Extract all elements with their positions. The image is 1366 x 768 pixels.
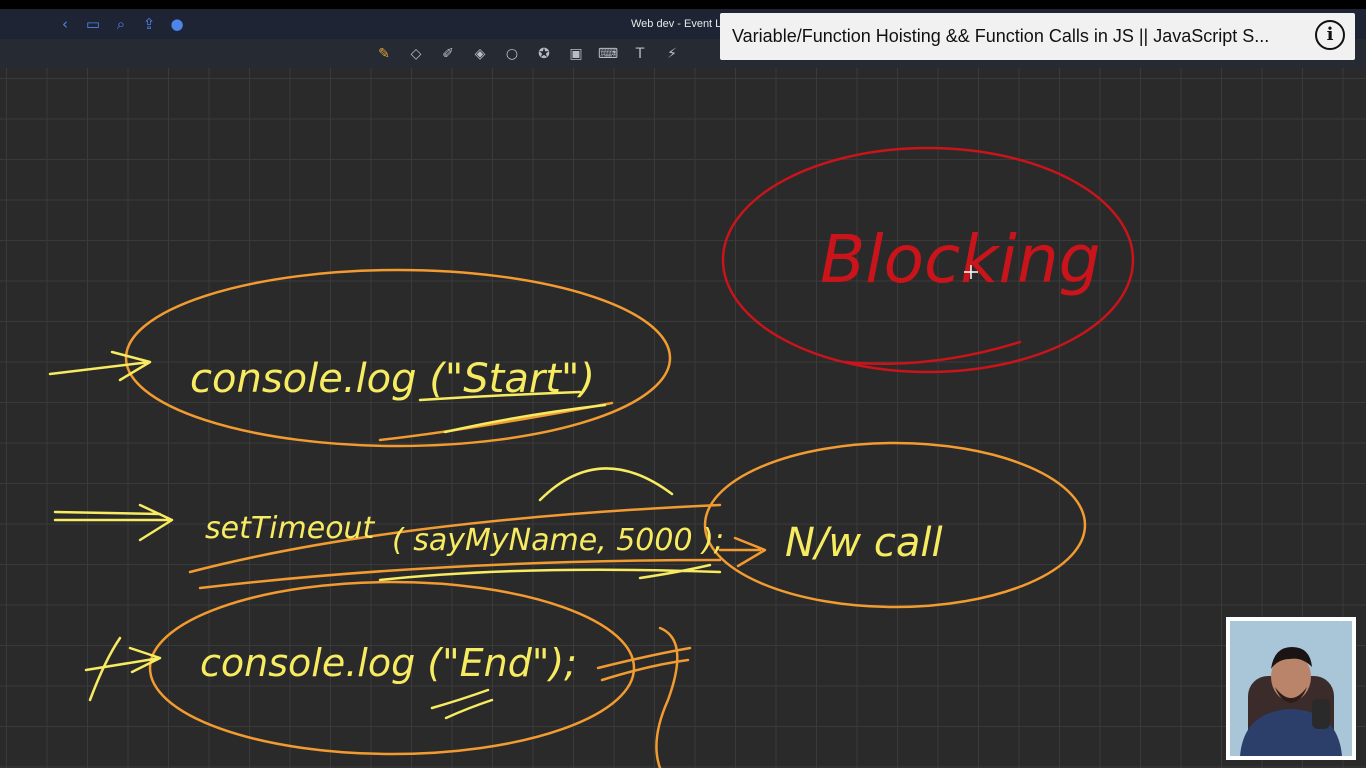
top-strip <box>0 0 1366 9</box>
highlighter-icon[interactable]: ✐ <box>436 43 460 65</box>
search-icon[interactable]: ⌕ <box>112 15 130 33</box>
video-title[interactable]: Variable/Function Hoisting && Function C… <box>732 13 1292 60</box>
blocking-underline <box>843 340 1022 366</box>
tool-group: ✎ ◇ ✐ ◈ ○ ✪ ▣ ⌨ T ⚡ <box>372 39 684 68</box>
end-hook <box>655 626 679 768</box>
settimeout-args-label: ( sayMyName, 5000 ); <box>392 523 724 558</box>
end-underline <box>430 688 494 720</box>
sticker-icon[interactable]: ✪ <box>532 43 556 65</box>
end-line-label: console.log ("End"); <box>200 641 577 685</box>
start-line-label: console.log ("Start") <box>190 356 595 402</box>
network-call-label: N/w call <box>785 520 943 566</box>
presenter-image <box>1230 621 1352 756</box>
arrow-settimeout <box>53 503 174 542</box>
settimeout-label: setTimeout <box>205 511 376 546</box>
back-icon[interactable]: ‹ <box>56 15 74 33</box>
document-title: Web dev - Event L <box>631 18 722 30</box>
shapes-icon[interactable]: ◈ <box>468 43 492 65</box>
sidebar-icon[interactable]: ▭ <box>84 15 102 33</box>
microphone-icon[interactable]: ● <box>168 15 186 33</box>
callback-loop <box>538 467 674 502</box>
ink-layer: Blocking console.log ("Start") setTimeou… <box>48 146 1135 768</box>
blocking-label: Blocking <box>820 221 1101 298</box>
keyboard-icon[interactable]: ⌨ <box>596 43 620 65</box>
pen-icon[interactable]: ✎ <box>372 43 396 65</box>
whiteboard-canvas[interactable]: Blocking console.log ("Start") setTimeou… <box>0 68 1366 768</box>
arrow-start <box>48 350 152 382</box>
laser-pointer-icon[interactable]: ⚡ <box>660 43 684 65</box>
video-title-banner[interactable]: Variable/Function Hoisting && Function C… <box>720 13 1355 60</box>
webcam-overlay <box>1226 617 1356 760</box>
eraser-icon[interactable]: ◇ <box>404 43 428 65</box>
nav-icon-group: ‹ ▭ ⌕ ⇪ ● <box>56 9 186 39</box>
info-icon[interactable]: i <box>1315 20 1345 50</box>
share-icon[interactable]: ⇪ <box>140 15 158 33</box>
image-icon[interactable]: ▣ <box>564 43 588 65</box>
lasso-icon[interactable]: ○ <box>500 43 524 65</box>
text-icon[interactable]: T <box>628 43 652 65</box>
presenter-video <box>1230 621 1352 756</box>
